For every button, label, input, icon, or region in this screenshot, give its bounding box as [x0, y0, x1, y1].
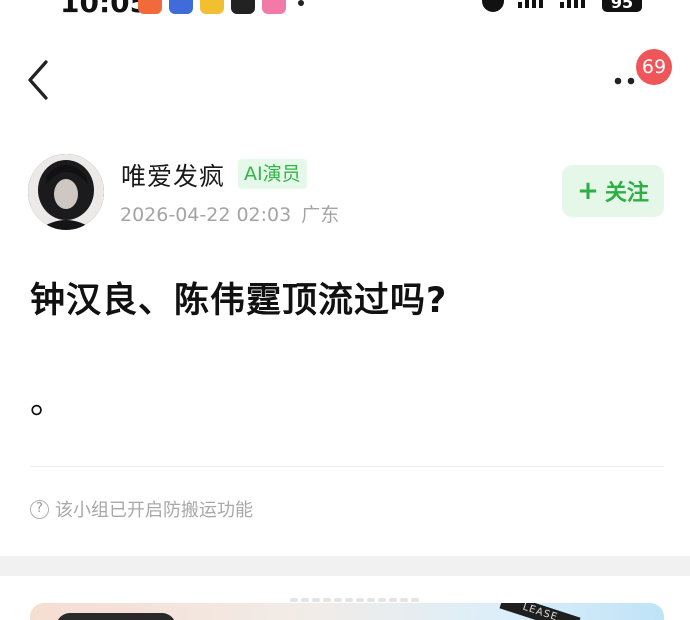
plus-icon: + — [577, 176, 599, 206]
status-dot — [298, 0, 304, 6]
question-circle-icon: ? — [30, 499, 49, 519]
app-icon-3 — [200, 0, 224, 14]
page-dot — [389, 598, 397, 602]
alarm-icon — [482, 0, 504, 12]
page-dot — [301, 598, 309, 602]
follow-button[interactable]: + 关注 — [562, 165, 664, 217]
post-title: 钟汉良、陈伟霆顶流过吗? — [30, 281, 448, 321]
follow-label: 关注 — [604, 181, 649, 206]
app-icon-1 — [138, 0, 162, 14]
ai-actor-badge: AI演员 — [238, 159, 307, 189]
status-bar: 10:05 95 — [0, 0, 690, 22]
chevron-left-icon — [28, 60, 48, 100]
banner-ribbon: LEASE — [499, 603, 581, 620]
page-dot — [378, 598, 386, 602]
anti-repost-notice: ? 该小组已开启防搬运功能 — [30, 496, 253, 522]
signal-icon — [518, 0, 546, 8]
notice-text: 该小组已开启防搬运功能 — [55, 500, 253, 521]
page-dot — [356, 598, 364, 602]
status-app-icons — [138, 0, 286, 14]
back-button[interactable] — [22, 58, 56, 102]
more-button[interactable] — [608, 70, 638, 86]
app-icon-5 — [262, 0, 286, 14]
page-dot — [334, 598, 342, 602]
section-separator — [0, 556, 690, 576]
status-time: 10:05 — [60, 0, 150, 19]
divider — [30, 466, 664, 467]
app-icon-2 — [169, 0, 193, 14]
battery-indicator: 95 — [602, 0, 642, 12]
page-dot — [411, 598, 419, 602]
more-dots-icon — [614, 77, 635, 85]
page-dot — [290, 598, 298, 602]
post-location: 广东 — [301, 204, 340, 226]
post-date: 2026-04-22 02:03 — [120, 204, 292, 226]
page-dot — [367, 598, 375, 602]
page-dot — [323, 598, 331, 602]
avatar-image — [28, 154, 104, 230]
post-meta: 2026-04-22 02:03 广东 — [120, 200, 339, 227]
post-body: 。 — [30, 382, 64, 422]
app-icon-4 — [231, 0, 255, 14]
page-dot — [400, 598, 408, 602]
notification-badge[interactable]: 69 — [636, 49, 672, 85]
promo-banner[interactable]: LEASE — [30, 603, 664, 620]
page-dot — [312, 598, 320, 602]
page-dot — [345, 598, 353, 602]
status-indicators: 95 — [482, 0, 642, 12]
author-name[interactable]: 唯爱发疯 — [121, 157, 225, 193]
signal-icon-2 — [560, 0, 588, 8]
page-indicator — [290, 598, 419, 602]
avatar[interactable] — [28, 154, 104, 230]
banner-image — [56, 613, 176, 620]
